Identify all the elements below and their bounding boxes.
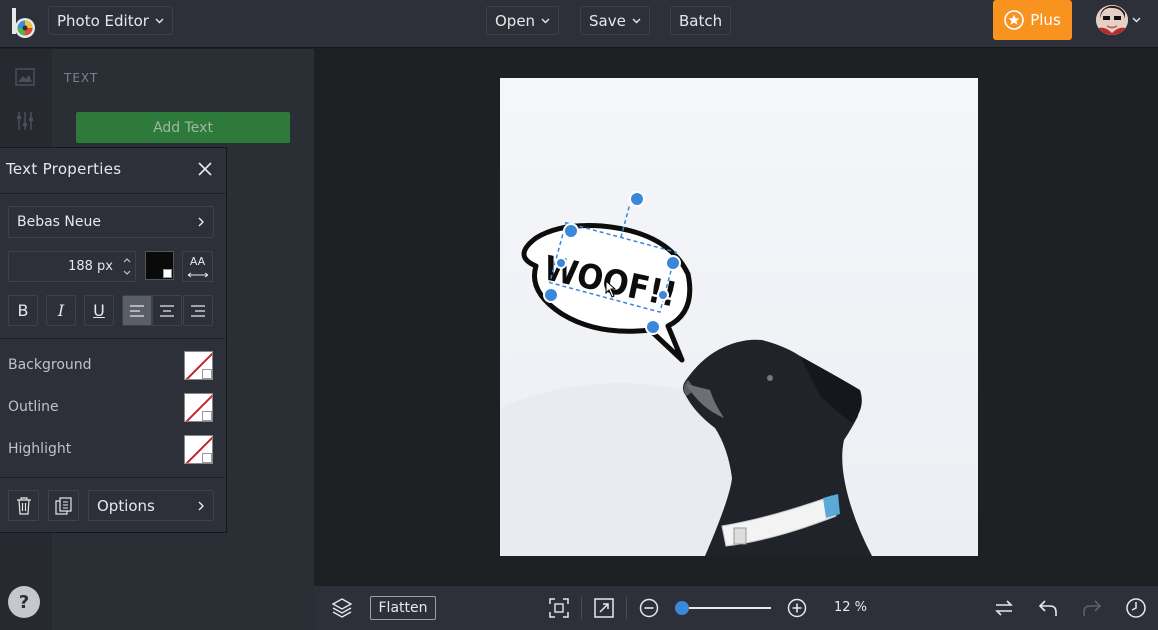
app-menu-dropdown[interactable]: Photo Editor <box>48 6 173 35</box>
zoom-in-icon[interactable] <box>786 597 808 619</box>
duplicate-icon <box>54 496 72 515</box>
rotate-handle <box>629 191 645 207</box>
redo-icon[interactable] <box>1081 597 1103 619</box>
outline-color-swatch[interactable] <box>184 393 213 422</box>
chevron-down-icon <box>541 18 550 23</box>
zoom-slider-track[interactable] <box>682 607 771 609</box>
divider <box>0 193 227 194</box>
history-icon[interactable] <box>1125 597 1147 619</box>
swatch-dropdown-icon <box>202 453 212 463</box>
resize-handle-left <box>555 257 567 269</box>
options-label: Options <box>97 496 155 515</box>
zoom-level: 12 % <box>834 600 868 615</box>
divider <box>0 338 227 339</box>
font-size-value: 188 px <box>68 259 113 274</box>
separator <box>581 597 582 619</box>
save-label: Save <box>589 11 626 30</box>
text-properties-title: Text Properties <box>6 160 122 178</box>
align-right-icon <box>191 304 205 317</box>
swatch-dropdown-icon <box>202 411 212 421</box>
batch-label: Batch <box>679 11 723 30</box>
zoom-slider-knob[interactable] <box>675 601 689 615</box>
spacing-arrows-icon <box>187 272 208 278</box>
zoom-out-icon[interactable] <box>638 597 660 619</box>
size-stepper-icon[interactable] <box>119 252 135 281</box>
open-menu-button[interactable]: Open <box>486 6 560 35</box>
font-size-input[interactable]: 188 px <box>8 251 136 282</box>
undo-icon[interactable] <box>1037 597 1059 619</box>
image-tool-icon[interactable] <box>15 68 35 86</box>
italic-button[interactable]: I <box>46 295 76 326</box>
text-color-swatch[interactable] <box>145 251 174 280</box>
add-text-button[interactable]: Add Text <box>76 112 290 143</box>
letter-spacing-button[interactable]: AA <box>182 251 213 282</box>
dog-photo: WOOF!! <box>500 78 978 556</box>
font-family-select[interactable]: Bebas Neue <box>8 206 214 238</box>
highlight-color-swatch[interactable] <box>184 435 213 464</box>
actual-size-icon[interactable] <box>593 597 615 619</box>
user-avatar[interactable] <box>1096 5 1128 35</box>
adjust-sliders-icon[interactable] <box>15 111 35 131</box>
delete-button[interactable] <box>8 490 39 521</box>
text-properties-panel: Text Properties Bebas Neue 188 px AA B I… <box>0 147 227 533</box>
save-menu-button[interactable]: Save <box>580 6 650 35</box>
resize-handle-bl <box>543 287 559 303</box>
chevron-right-icon <box>198 501 204 510</box>
underline-button[interactable]: U <box>84 295 114 326</box>
resize-handle-br <box>645 319 661 335</box>
plus-upgrade-button[interactable]: Plus <box>993 0 1072 40</box>
align-center-icon <box>160 304 174 317</box>
options-button[interactable]: Options <box>88 490 214 521</box>
layers-icon[interactable] <box>331 597 353 619</box>
close-icon[interactable] <box>198 162 212 176</box>
batch-button[interactable]: Batch <box>670 6 732 35</box>
align-center-button[interactable] <box>152 295 182 326</box>
highlight-label: Highlight <box>8 441 72 457</box>
swatch-dropdown-icon <box>163 269 172 278</box>
resize-handle-tr <box>665 255 681 271</box>
top-bar: Photo Editor Open Save Batch Plus <box>0 0 1158 48</box>
font-name: Bebas Neue <box>17 214 101 230</box>
panel-title: TEXT <box>64 71 99 85</box>
open-label: Open <box>495 11 536 30</box>
chevron-right-icon <box>198 217 204 227</box>
photo-canvas[interactable]: WOOF!! <box>500 78 978 556</box>
befunky-logo[interactable] <box>9 6 39 40</box>
swatch-dropdown-icon <box>202 369 212 379</box>
duplicate-button[interactable] <box>48 490 79 521</box>
chevron-down-icon[interactable] <box>1132 17 1141 23</box>
flatten-button[interactable]: Flatten <box>370 596 436 620</box>
align-left-button[interactable] <box>122 295 152 326</box>
divider <box>0 477 227 478</box>
resize-handle-tl <box>563 223 579 239</box>
background-color-swatch[interactable] <box>184 351 213 380</box>
app-menu-label: Photo Editor <box>57 11 149 30</box>
help-button[interactable]: ? <box>8 586 40 618</box>
fit-to-screen-icon[interactable] <box>548 597 570 619</box>
trash-icon <box>16 496 31 515</box>
outline-label: Outline <box>8 399 59 415</box>
align-right-button[interactable] <box>183 295 213 326</box>
spacing-label: AA <box>189 255 206 268</box>
chevron-down-icon <box>632 18 641 23</box>
background-label: Background <box>8 357 92 373</box>
bold-button[interactable]: B <box>8 295 38 326</box>
resize-handle-right <box>657 289 669 301</box>
compare-swap-icon[interactable] <box>993 597 1015 619</box>
chevron-down-icon <box>155 18 164 23</box>
star-icon <box>1004 10 1025 30</box>
separator <box>626 597 627 619</box>
avatar-photo <box>1096 5 1128 35</box>
align-left-icon <box>130 304 144 317</box>
plus-label: Plus <box>1030 11 1061 29</box>
